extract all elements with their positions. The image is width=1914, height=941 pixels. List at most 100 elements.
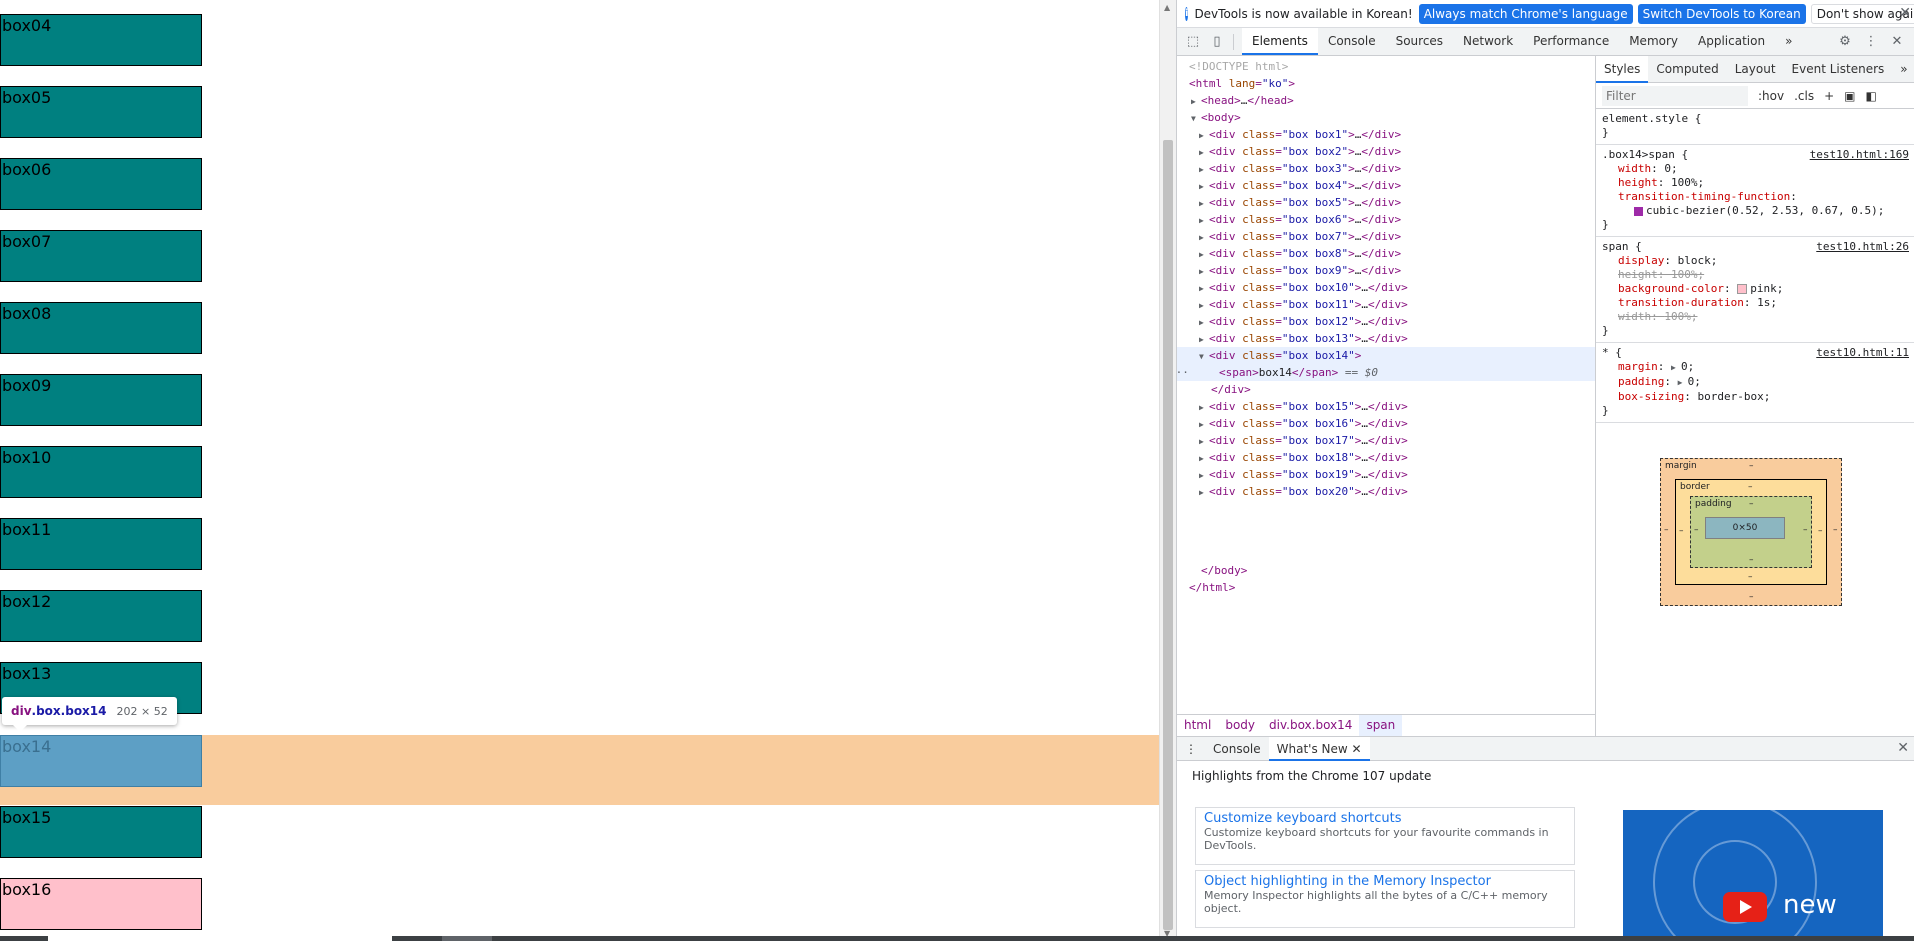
- expand-triangle-icon[interactable]: ▶: [1199, 416, 1209, 433]
- dom-collapsed-div[interactable]: ▶ <div class="box box19">…</div>: [1177, 466, 1595, 483]
- margin-right-value[interactable]: –: [1833, 525, 1838, 535]
- crumb-html[interactable]: html: [1177, 715, 1218, 736]
- margin-left-value[interactable]: –: [1664, 525, 1669, 535]
- device-toggle-icon[interactable]: ▯: [1209, 34, 1225, 50]
- more-tabs-icon[interactable]: »: [1892, 56, 1914, 83]
- css-declaration-overridden[interactable]: height: 100%;: [1602, 268, 1909, 282]
- crumb-div[interactable]: div.box.box14: [1262, 715, 1359, 736]
- close-icon[interactable]: ✕: [1899, 5, 1911, 21]
- expand-triangle-icon[interactable]: ▶: [1678, 376, 1688, 390]
- dom-collapsed-div[interactable]: ▶ <div class="box box10">…</div>: [1177, 279, 1595, 296]
- padding-bottom-value[interactable]: –: [1749, 555, 1754, 565]
- expand-triangle-icon[interactable]: ▶: [1199, 246, 1209, 263]
- css-declaration[interactable]: transition-duration: 1s;: [1602, 296, 1909, 310]
- tab-event-listeners[interactable]: Event Listeners: [1784, 56, 1893, 83]
- dom-collapsed-div[interactable]: ▶ <div class="box box7">…</div>: [1177, 228, 1595, 245]
- expand-triangle-icon[interactable]: ▶: [1199, 127, 1209, 144]
- css-declaration[interactable]: transition-timing-function:: [1602, 190, 1909, 204]
- more-tabs-icon[interactable]: »: [1775, 28, 1802, 55]
- css-declaration[interactable]: display: block;: [1602, 254, 1909, 268]
- dom-collapsed-div[interactable]: ▶ <div class="box box17">…</div>: [1177, 432, 1595, 449]
- close-icon[interactable]: ✕: [1352, 742, 1362, 756]
- tab-console[interactable]: Console: [1318, 28, 1386, 55]
- inspect-element-icon[interactable]: ⬚: [1185, 34, 1201, 50]
- box-model-content[interactable]: 0×50: [1705, 517, 1785, 539]
- dom-collapsed-div[interactable]: ▶ <div class="box box1">…</div>: [1177, 126, 1595, 143]
- dom-collapsed-div[interactable]: ▶ <div class="box box15">…</div>: [1177, 398, 1595, 415]
- css-declaration[interactable]: height: 100%;: [1602, 176, 1909, 190]
- tab-styles[interactable]: Styles: [1596, 56, 1649, 83]
- tab-computed[interactable]: Computed: [1648, 56, 1726, 83]
- css-declaration[interactable]: margin: ▶ 0;: [1602, 360, 1909, 375]
- tab-performance[interactable]: Performance: [1523, 28, 1619, 55]
- expand-triangle-icon[interactable]: ▶: [1191, 93, 1201, 110]
- tab-application[interactable]: Application: [1688, 28, 1775, 55]
- box-model-margin[interactable]: margin – – – – border – – – – padding – …: [1660, 458, 1842, 606]
- expand-triangle-icon[interactable]: ▶: [1199, 331, 1209, 348]
- youtube-play-icon[interactable]: [1723, 892, 1767, 922]
- dom-collapsed-div[interactable]: ▶ <div class="box box16">…</div>: [1177, 415, 1595, 432]
- styles-filter-input[interactable]: [1602, 85, 1748, 106]
- border-left-value[interactable]: –: [1679, 526, 1684, 536]
- dom-head[interactable]: ▶ <head>…</head>: [1177, 92, 1595, 109]
- expand-triangle-icon[interactable]: ▶: [1199, 433, 1209, 450]
- drawer-menu-icon[interactable]: ⋮: [1177, 737, 1205, 761]
- dom-collapsed-div[interactable]: ▶ <div class="box box3">…</div>: [1177, 160, 1595, 177]
- drawer-tab-whats-new[interactable]: What's New ✕: [1268, 736, 1370, 761]
- expand-triangle-icon[interactable]: ▶: [1199, 212, 1209, 229]
- collapse-triangle-icon[interactable]: ▼: [1199, 348, 1209, 365]
- css-declaration[interactable]: box-sizing: border-box;: [1602, 390, 1909, 404]
- dom-collapsed-div[interactable]: ▶ <div class="box box20">…</div>: [1177, 483, 1595, 500]
- dom-ellipsis-icon[interactable]: ···: [1177, 364, 1189, 381]
- tab-elements[interactable]: Elements: [1242, 28, 1318, 55]
- crumb-span[interactable]: span: [1359, 715, 1403, 736]
- css-declaration-overridden[interactable]: width: 100%;: [1602, 310, 1909, 324]
- dom-collapsed-div[interactable]: ▶ <div class="box box18">…</div>: [1177, 449, 1595, 466]
- card-title-link[interactable]: Object highlighting in the Memory Inspec…: [1204, 874, 1566, 889]
- border-top-value[interactable]: –: [1748, 482, 1753, 492]
- sidebar-toggle-icon[interactable]: ◧: [1866, 89, 1877, 103]
- color-swatch-icon[interactable]: [1737, 284, 1748, 294]
- box-model-padding[interactable]: padding – – – – 0×50: [1690, 496, 1812, 568]
- whats-new-card[interactable]: Object highlighting in the Memory Inspec…: [1195, 870, 1575, 928]
- css-rule[interactable]: .box14>span { test10.html:169 width: 0; …: [1596, 145, 1914, 237]
- dom-collapsed-div[interactable]: ▶ <div class="box box9">…</div>: [1177, 262, 1595, 279]
- crumb-body[interactable]: body: [1218, 715, 1262, 736]
- dom-collapsed-div[interactable]: ▶ <div class="box box2">…</div>: [1177, 143, 1595, 160]
- scroll-up-arrow-icon[interactable]: ▲: [1164, 3, 1170, 12]
- expand-triangle-icon[interactable]: ▶: [1199, 229, 1209, 246]
- close-icon[interactable]: ✕: [1889, 34, 1905, 50]
- padding-right-value[interactable]: –: [1803, 525, 1808, 535]
- dom-html-close[interactable]: </html>: [1177, 579, 1595, 596]
- expand-triangle-icon[interactable]: ▶: [1199, 399, 1209, 416]
- expand-triangle-icon[interactable]: ▶: [1199, 484, 1209, 501]
- border-right-value[interactable]: –: [1818, 526, 1823, 536]
- whats-new-card[interactable]: Customize keyboard shortcuts Customize k…: [1195, 807, 1575, 865]
- dom-collapsed-div[interactable]: ▶ <div class="box box13">…</div>: [1177, 330, 1595, 347]
- dom-div-close[interactable]: </div>: [1177, 381, 1595, 398]
- switch-to-korean-button[interactable]: Switch DevTools to Korean: [1637, 3, 1806, 24]
- css-declaration[interactable]: background-color: pink;: [1602, 282, 1909, 296]
- css-declaration-value[interactable]: cubic-bezier(0.52, 2.53, 0.67, 0.5);: [1602, 204, 1909, 218]
- expand-triangle-icon[interactable]: ▶: [1671, 361, 1681, 375]
- drawer-tab-console[interactable]: Console: [1205, 737, 1269, 761]
- easing-swatch-icon[interactable]: [1634, 206, 1643, 216]
- page-scrollbar[interactable]: ▲ ▼: [1159, 0, 1176, 941]
- whats-new-video-thumbnail[interactable]: new: [1623, 810, 1883, 941]
- dom-collapsed-div[interactable]: ▶ <div class="box box5">…</div>: [1177, 194, 1595, 211]
- match-language-button[interactable]: Always match Chrome's language: [1418, 3, 1633, 24]
- dom-collapsed-div[interactable]: ▶ <div class="box box12">…</div>: [1177, 313, 1595, 330]
- rule-source-link[interactable]: test10.html:169: [1810, 148, 1909, 162]
- close-icon[interactable]: ✕: [1897, 740, 1909, 756]
- page-scroll-thumb[interactable]: [1163, 140, 1173, 930]
- expand-triangle-icon[interactable]: ▶: [1199, 161, 1209, 178]
- rule-source-link[interactable]: test10.html:11: [1816, 346, 1909, 360]
- paint-icon[interactable]: ▣: [1844, 89, 1855, 103]
- gear-icon[interactable]: ⚙: [1837, 34, 1853, 50]
- margin-bottom-value[interactable]: –: [1749, 592, 1754, 602]
- rule-source-link[interactable]: test10.html:26: [1816, 240, 1909, 254]
- css-declaration[interactable]: padding: ▶ 0;: [1602, 375, 1909, 390]
- tab-layout[interactable]: Layout: [1727, 56, 1784, 83]
- dom-body-close[interactable]: </body>: [1177, 562, 1595, 579]
- dom-body[interactable]: ▼ <body>: [1177, 109, 1595, 126]
